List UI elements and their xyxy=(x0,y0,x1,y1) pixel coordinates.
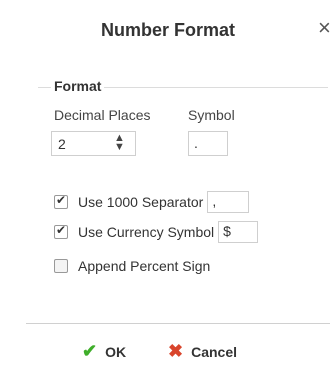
decimal-places-stepper[interactable]: 2 ▲ ▼ xyxy=(51,131,136,156)
decimal-places-label: Decimal Places xyxy=(54,107,151,123)
currency-input[interactable]: $ xyxy=(218,221,259,243)
checkmark-icon: ✔ xyxy=(82,341,98,361)
footer-divider xyxy=(26,323,330,324)
percent-checkbox[interactable] xyxy=(54,259,68,273)
spinner-arrows-icon[interactable]: ▲ ▼ xyxy=(114,133,125,153)
number-format-dialog: Number Format × Format Decimal Places Sy… xyxy=(0,0,336,371)
dialog-title: Number Format xyxy=(100,20,235,40)
option-currency-symbol: Use Currency Symbol $ xyxy=(54,221,259,243)
format-group-title: Format xyxy=(51,78,105,94)
currency-label: Use Currency Symbol xyxy=(78,224,215,240)
symbol-label: Symbol xyxy=(188,107,235,123)
symbol-input[interactable]: . xyxy=(188,131,228,156)
x-icon: ✖ xyxy=(168,341,184,361)
percent-label: Append Percent Sign xyxy=(78,258,211,274)
cancel-label: Cancel xyxy=(191,343,238,360)
ok-label: OK xyxy=(105,343,127,360)
ok-button[interactable]: ✔ OK xyxy=(82,341,126,362)
separator-input[interactable]: , xyxy=(207,191,250,213)
currency-checkbox[interactable] xyxy=(54,223,68,239)
decimal-places-value: 2 xyxy=(58,136,66,152)
cancel-button[interactable]: ✖ Cancel xyxy=(168,341,237,362)
close-icon[interactable]: × xyxy=(318,16,331,40)
separator-checkbox[interactable] xyxy=(54,193,68,209)
separator-label: Use 1000 Separator xyxy=(78,194,204,210)
option-percent-sign: Append Percent Sign xyxy=(54,256,210,276)
option-1000-separator: Use 1000 Separator , xyxy=(54,191,250,213)
